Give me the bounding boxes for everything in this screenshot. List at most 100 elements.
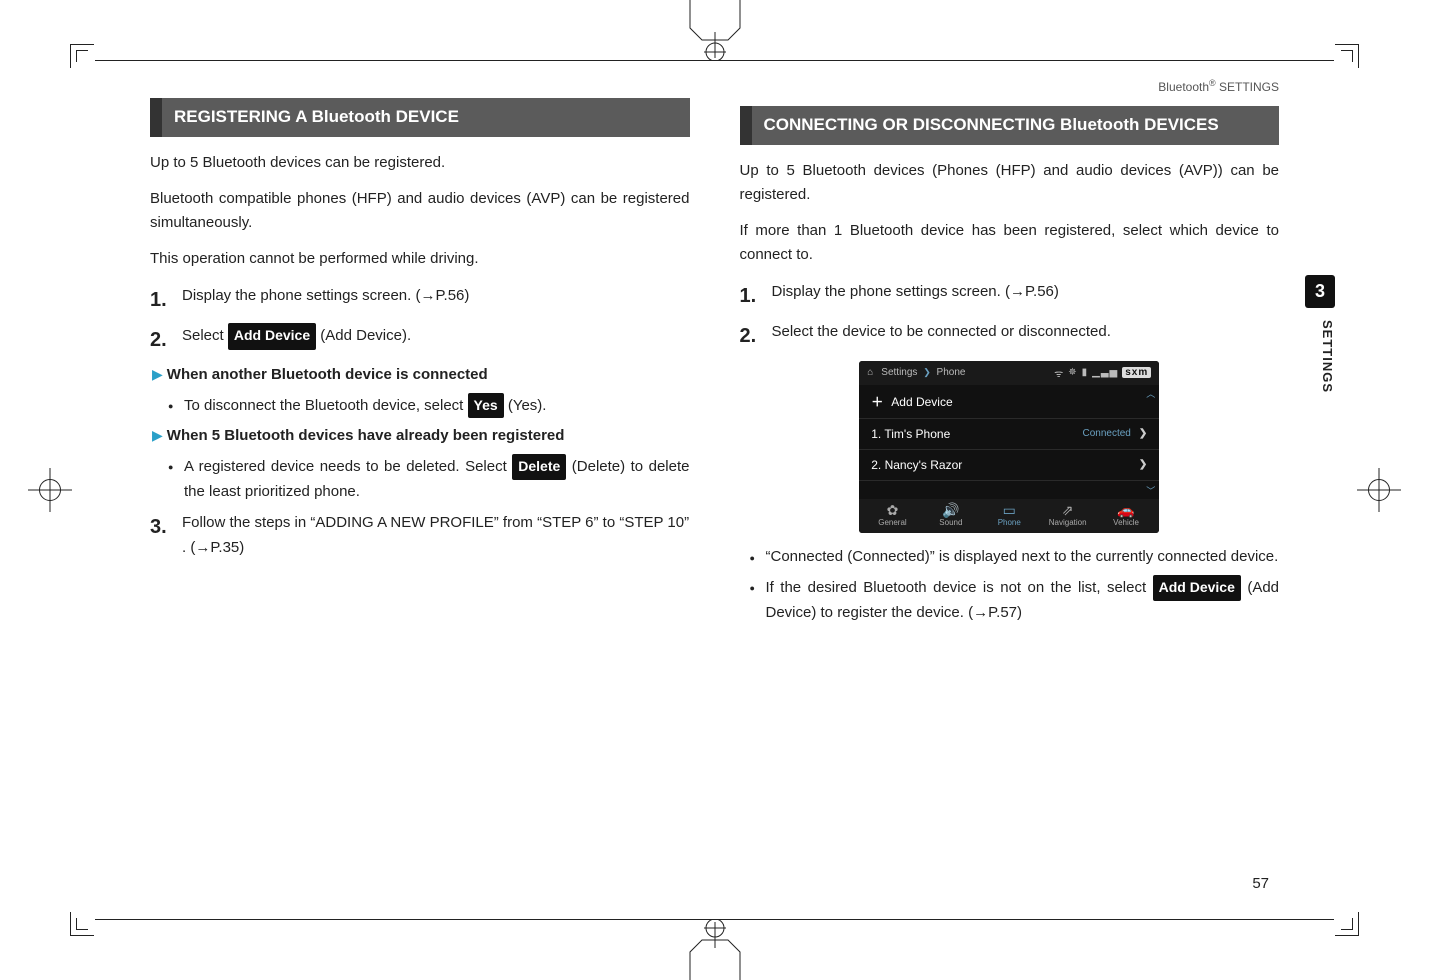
bullet-item: To disconnect the Bluetooth device, sele… — [184, 393, 690, 418]
tab-sound: 🔊Sound — [922, 503, 980, 527]
battery-icon: ▮ — [1082, 367, 1089, 378]
step-text: Display the phone settings screen. (→P.5… — [182, 283, 469, 317]
device-list: ︿ ＋ Add Device 1. Tim's Phone Connected ❯… — [859, 385, 1159, 499]
tab-phone: ▭Phone — [980, 503, 1038, 527]
tab-vehicle: 🚗Vehicle — [1097, 503, 1155, 527]
breadcrumb-prev: Settings — [881, 367, 917, 378]
tab-navigation: ⇗Navigation — [1038, 503, 1096, 527]
text-fragment: If the desired Bluetooth device is not o… — [766, 579, 1153, 596]
device-screenshot: ⌂ Settings ❯ Phone ᯤ ✵ ▮ ▁▃▅ sxm ︿ ＋ Add … — [859, 361, 1159, 533]
device-name: 1. Tim's Phone — [871, 427, 950, 441]
bullet-item: If the desired Bluetooth device is not o… — [766, 575, 1280, 624]
screenshot-topbar: ⌂ Settings ❯ Phone ᯤ ✵ ▮ ▁▃▅ sxm — [859, 361, 1159, 385]
body-text: Up to 5 Bluetooth devices can be registe… — [150, 151, 690, 175]
tab-label: Phone — [998, 518, 1021, 527]
tab-label: General — [878, 518, 906, 527]
step-number: 2. — [150, 323, 172, 357]
button-pill-add-device: Add Device — [1153, 575, 1241, 600]
step-text: Select the device to be connected or dis… — [772, 319, 1111, 353]
step-text: Display the phone settings screen. (→P.5… — [772, 279, 1059, 313]
signal-icon: ▁▃▅ — [1092, 367, 1118, 378]
connected-label: Connected — [1082, 428, 1130, 439]
registration-mark-left — [28, 468, 72, 512]
phone-icon: ▭ — [980, 503, 1038, 518]
device-row-empty — [859, 481, 1159, 499]
step-text: Follow the steps in “ADDING A NEW PROFIL… — [182, 510, 690, 561]
navigation-icon: ⇗ — [1038, 503, 1096, 518]
chapter-label: SETTINGS — [1305, 320, 1335, 393]
sxm-badge: sxm — [1122, 367, 1151, 378]
step-item: 2. Select Add Device (Add Device). — [150, 323, 690, 357]
text-fragment: (Yes). — [508, 397, 547, 414]
text-fragment: (Add Device). — [320, 327, 411, 344]
registration-mark-right — [1357, 468, 1401, 512]
right-column: Bluetooth® SETTINGS CONNECTING OR DISCON… — [740, 78, 1280, 902]
text-fragment: To disconnect the Bluetooth device, sele… — [184, 397, 468, 414]
chapter-side-tab: 3 SETTINGS — [1305, 275, 1335, 393]
crop-mark-bl-inner — [76, 918, 88, 930]
left-column: REGISTERING A Bluetooth DEVICE Up to 5 B… — [150, 78, 690, 902]
body-text: Up to 5 Bluetooth devices (Phones (HFP) … — [740, 159, 1280, 207]
speaker-icon: 🔊 — [922, 503, 980, 518]
status-icons: ᯤ ✵ ▮ ▁▃▅ sxm — [1054, 366, 1151, 380]
scroll-up-icon: ︿ — [1146, 387, 1155, 400]
screenshot-bottom-tabs: ✿General 🔊Sound ▭Phone ⇗Navigation 🚗Vehi… — [859, 499, 1159, 533]
home-icon: ⌂ — [867, 367, 873, 378]
breadcrumb-current: Phone — [937, 367, 966, 378]
substep-title: When 5 Bluetooth devices have already be… — [167, 427, 565, 444]
add-device-row: ＋ Add Device — [859, 385, 1159, 419]
running-head: Bluetooth® SETTINGS — [740, 78, 1280, 94]
substep-heading: ▶When another Bluetooth device is connec… — [152, 363, 690, 387]
step-item: 1. Display the phone settings screen. (→… — [150, 283, 690, 317]
breadcrumb: Settings ❯ Phone — [881, 367, 1046, 378]
step-number: 1. — [150, 283, 172, 317]
tab-label: Vehicle — [1113, 518, 1139, 527]
crop-mark-tl-inner — [76, 50, 88, 62]
scroll-down-icon: ﹀ — [1146, 484, 1155, 497]
text-fragment: A registered device needs to be deleted.… — [184, 458, 512, 475]
section-heading-connecting: CONNECTING OR DISCONNECTING Bluetooth DE… — [740, 106, 1280, 145]
chevron-right-icon: ❯ — [1139, 428, 1147, 439]
chevron-right-icon: ❯ — [923, 367, 931, 377]
body-text: This operation cannot be performed while… — [150, 247, 690, 271]
body-text: If more than 1 Bluetooth device has been… — [740, 219, 1280, 267]
tab-label: Sound — [939, 518, 962, 527]
section-heading-registering: REGISTERING A Bluetooth DEVICE — [150, 98, 690, 137]
step-number: 2. — [740, 319, 762, 353]
bullet-item: A registered device needs to be deleted.… — [184, 454, 690, 503]
button-pill-delete: Delete — [512, 454, 566, 479]
step-item: 2. Select the device to be connected or … — [740, 319, 1280, 353]
substep-title: When another Bluetooth device is connect… — [167, 366, 488, 383]
crop-mark-br-inner — [1341, 918, 1353, 930]
chevron-right-icon: ❯ — [1139, 459, 1147, 470]
trim-line-top — [95, 60, 1334, 61]
button-pill-add-device: Add Device — [228, 323, 316, 350]
wifi-icon: ᯤ — [1054, 366, 1064, 380]
running-head-prefix: Bluetooth — [1158, 80, 1209, 94]
crop-mark-tr-inner — [1341, 50, 1353, 62]
gear-icon: ✿ — [863, 503, 921, 518]
substep-heading: ▶When 5 Bluetooth devices have already b… — [152, 424, 690, 448]
bluetooth-icon: ✵ — [1068, 367, 1077, 378]
add-device-label: Add Device — [891, 395, 952, 409]
body-text: Bluetooth compatible phones (HFP) and au… — [150, 187, 690, 235]
tab-label: Navigation — [1049, 518, 1087, 527]
step-number: 3. — [150, 510, 172, 561]
bullet-item: “Connected (Connected)” is displayed nex… — [766, 545, 1280, 569]
device-name: 2. Nancy's Razor — [871, 458, 962, 472]
plus-icon: ＋ — [871, 395, 883, 409]
text-fragment: Select — [182, 327, 228, 344]
step-item: 1. Display the phone settings screen. (→… — [740, 279, 1280, 313]
step-number: 1. — [740, 279, 762, 313]
running-head-suffix: SETTINGS — [1216, 80, 1279, 94]
step-item: 3. Follow the steps in “ADDING A NEW PRO… — [150, 510, 690, 561]
step-text: Select Add Device (Add Device). — [182, 323, 411, 357]
triangle-bullet-icon: ▶ — [152, 427, 163, 443]
vehicle-icon: 🚗 — [1097, 503, 1155, 518]
device-row: 2. Nancy's Razor ❯ — [859, 450, 1159, 481]
device-row: 1. Tim's Phone Connected ❯ — [859, 419, 1159, 450]
button-pill-yes: Yes — [468, 393, 504, 418]
tab-general: ✿General — [863, 503, 921, 527]
chapter-number: 3 — [1305, 275, 1335, 308]
triangle-bullet-icon: ▶ — [152, 366, 163, 382]
